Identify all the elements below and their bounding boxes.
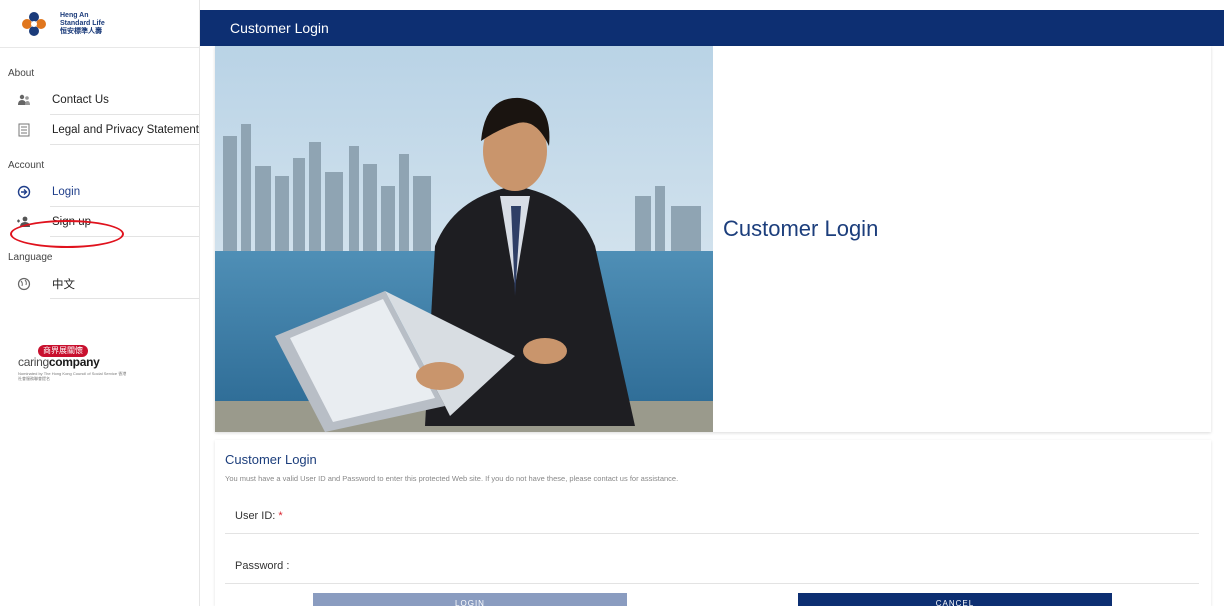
user-id-field-row: User ID: * (225, 502, 1199, 534)
password-label: Password : (235, 560, 290, 572)
globe-icon (16, 276, 32, 292)
user-id-label: User ID: * (235, 510, 283, 522)
sidebar-item-label: Sign up (52, 216, 92, 228)
sidebar: Heng An Standard Life 恒安標準人壽 About Conta… (0, 0, 200, 606)
section-label-about: About (8, 67, 35, 79)
sidebar-item-language-chinese[interactable]: 中文 (0, 269, 199, 299)
section-label-account: Account (8, 159, 45, 171)
sidebar-item-label: Login (52, 186, 81, 198)
required-mark: * (278, 510, 283, 522)
brand-name-line1: Heng An (60, 11, 89, 19)
caring-company-logo: 商界展關懷 caringcompany Nominated by The Hon… (8, 344, 128, 384)
sidebar-item-label: 中文 (52, 279, 75, 291)
sidebar-item-contact-us[interactable]: Contact Us (0, 85, 199, 115)
hero-card: Customer Login (215, 46, 1211, 432)
form-title: Customer Login (225, 452, 317, 467)
login-button[interactable]: LOGIN (313, 593, 627, 606)
caring-word-prefix: caring (18, 355, 49, 369)
password-input[interactable] (345, 556, 1185, 578)
caring-word-bold: company (48, 355, 100, 369)
sidebar-item-login[interactable]: Login (0, 177, 199, 207)
hero-photo (215, 46, 713, 432)
hero-title: Customer Login (723, 216, 879, 241)
sidebar-item-label: Contact Us (52, 94, 109, 106)
sidebar-item-label: Legal and Privacy Statement (51, 124, 199, 136)
document-icon (16, 122, 32, 138)
page-title: Customer Login (230, 20, 329, 36)
brand-name-line3: 恒安標準人壽 (60, 27, 102, 35)
login-arrow-icon (16, 184, 32, 200)
caring-fine-print: Nominated by The Hong Kong Council of So… (18, 371, 127, 381)
contact-users-icon (16, 92, 32, 108)
add-user-icon (16, 214, 32, 230)
sidebar-item-legal-privacy[interactable]: Legal and Privacy Statement (0, 115, 199, 145)
brand-name: Heng An Standard Life 恒安標準人壽 (60, 12, 105, 36)
brand-name-line2: Standard Life (60, 19, 105, 27)
sidebar-item-sign-up[interactable]: Sign up (0, 207, 199, 237)
cancel-button[interactable]: CANCEL (798, 593, 1112, 606)
page-header: Customer Login (200, 10, 1224, 46)
user-id-label-text: User ID: (235, 510, 276, 522)
brand-logo[interactable]: Heng An Standard Life 恒安標準人壽 (0, 0, 199, 48)
form-description: You must have a valid User ID and Passwo… (225, 474, 679, 483)
caring-wordmark: caringcompany (18, 355, 100, 369)
user-id-input[interactable] (345, 506, 1185, 528)
brand-logo-icon (20, 10, 48, 38)
section-label-language: Language (8, 251, 53, 263)
login-form: Customer Login You must have a valid Use… (215, 440, 1211, 606)
password-field-row: Password : (225, 552, 1199, 584)
